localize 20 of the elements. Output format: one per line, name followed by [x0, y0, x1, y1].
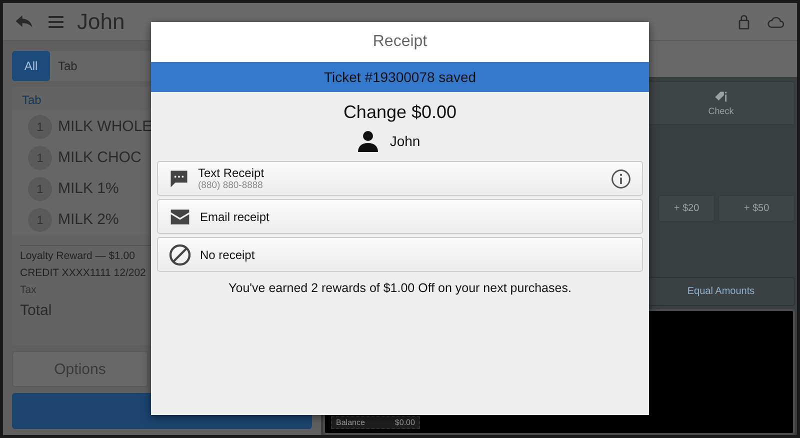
section-heading: Tab — [22, 93, 42, 107]
header-title: John — [77, 8, 125, 34]
item-name: MILK 1% — [58, 180, 119, 197]
balance-label: Balance — [336, 418, 365, 427]
dialog-title: Receipt — [372, 33, 428, 51]
option-label: Text Receipt — [198, 166, 266, 180]
item-name: MILK CHOC — [58, 149, 142, 166]
customer-name: John — [390, 133, 420, 149]
summary-line: CREDIT XXXX1111 12/202 — [20, 266, 146, 281]
balance-value: $0.00 — [394, 418, 415, 427]
item-name: MILK 2% — [58, 211, 119, 228]
option-label: No receipt — [200, 248, 256, 262]
saved-banner: Ticket #19300078 saved — [151, 62, 649, 92]
option-label: Email receipt — [200, 210, 270, 224]
change-amount: Change $0.00 — [343, 102, 457, 123]
phone-number: (880) 880-8888 — [198, 180, 264, 191]
summary-line: Loyalty Reward — $1.00 — [20, 249, 135, 264]
rewards-message: You've earned 2 rewards of $1.00 Off on your next purchases. — [228, 281, 572, 295]
item-name: MILK WHOLE — [58, 118, 152, 135]
total-label: Total — [20, 302, 52, 319]
